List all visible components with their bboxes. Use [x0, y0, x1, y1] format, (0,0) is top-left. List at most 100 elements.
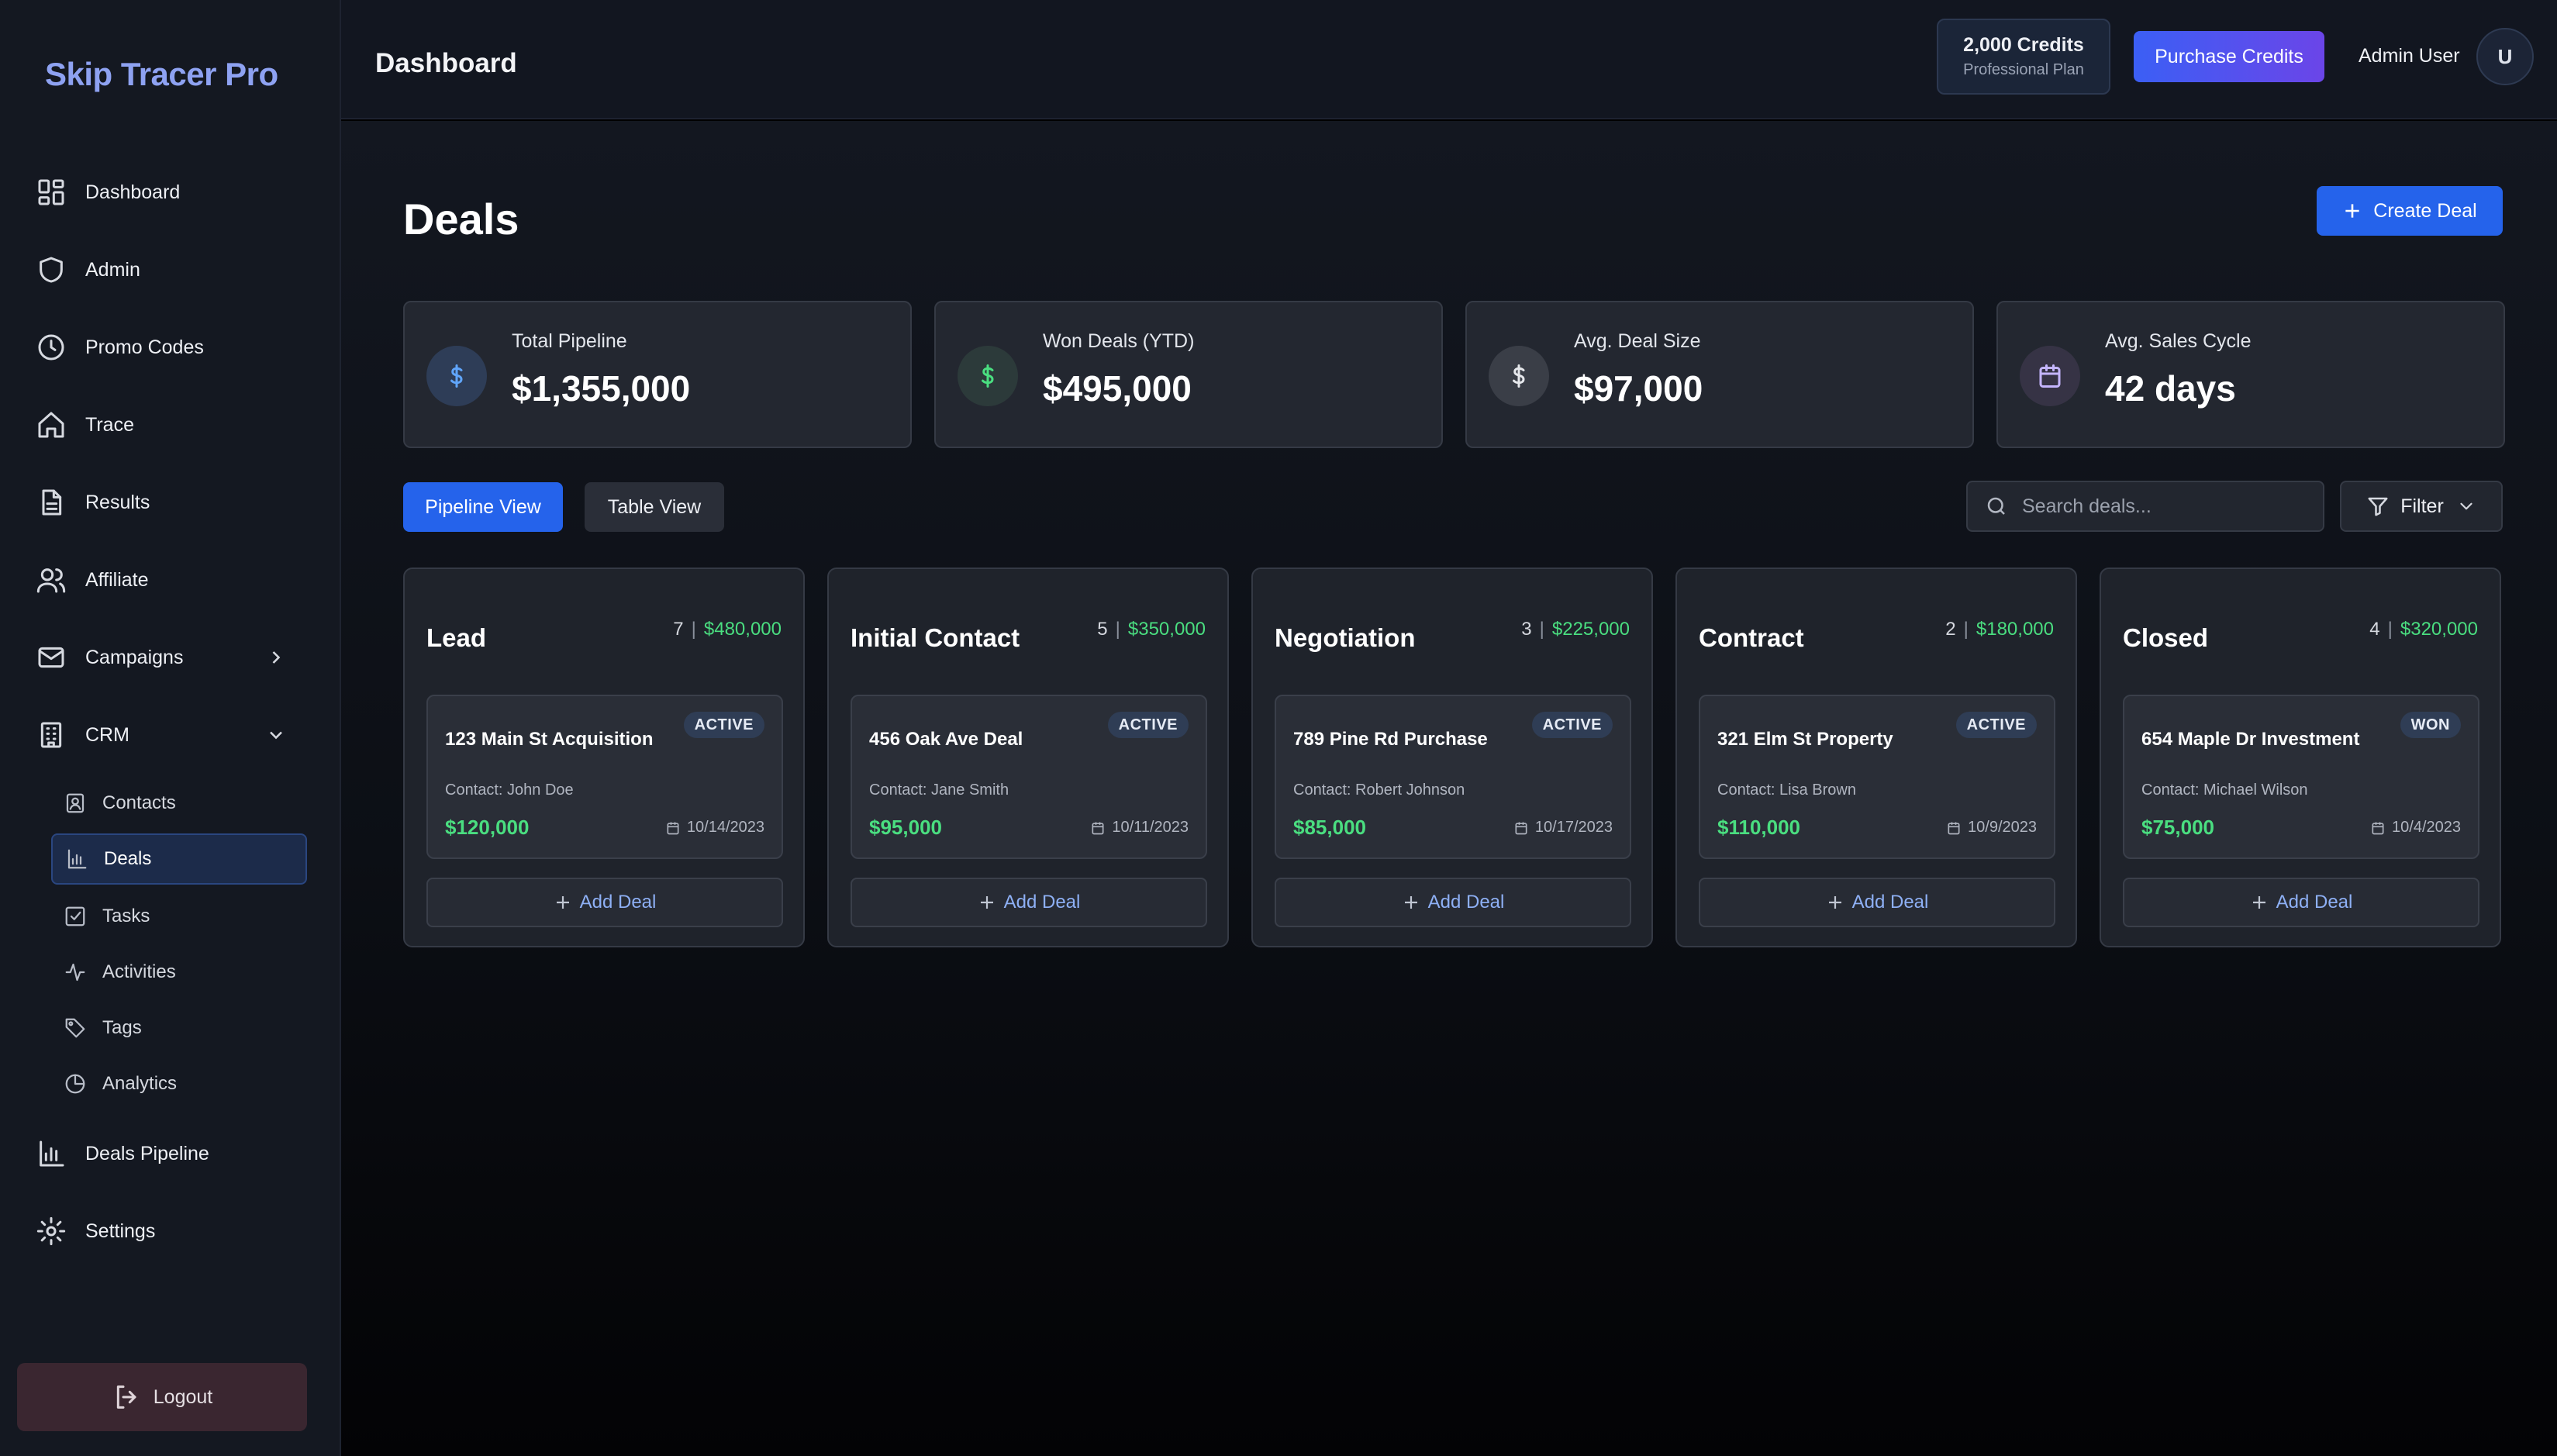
status-badge: ACTIVE	[1531, 712, 1613, 738]
stat-label: Won Deals (YTD)	[1043, 330, 1195, 352]
column-count: 5	[1097, 619, 1108, 640]
sidebar-subitem-deals[interactable]: Deals	[51, 833, 307, 885]
search-box	[1966, 481, 2324, 532]
create-deal-button[interactable]: Create Deal	[2317, 186, 2503, 236]
sidebar-item-dashboard[interactable]: Dashboard	[34, 169, 298, 216]
logout-label: Logout	[153, 1385, 213, 1408]
sidebar-item-crm[interactable]: CRM	[34, 712, 298, 758]
add-deal-label: Add Deal	[579, 892, 657, 913]
stat-value: 42 days	[2105, 368, 2236, 409]
deal-card[interactable]: 654 Maple Dr Investment WON Contact: Mic…	[2123, 695, 2479, 859]
sidebar-subitem-contacts[interactable]: Contacts	[51, 778, 307, 829]
sidebar-subitem-activities[interactable]: Activities	[51, 947, 307, 998]
status-badge: ACTIVE	[1955, 712, 2037, 738]
sidebar-item-label: Affiliate	[85, 568, 149, 591]
plus-icon	[2345, 204, 2359, 218]
credits-badge[interactable]: 2,000 Credits Professional Plan	[1937, 19, 2110, 95]
sidebar-subitem-tasks[interactable]: Tasks	[51, 891, 307, 942]
sidebar-item-campaigns[interactable]: Campaigns	[34, 634, 298, 681]
deal-date: 10/14/2023	[665, 819, 764, 837]
dollar-icon	[1489, 346, 1549, 406]
status-badge: WON	[2400, 712, 2461, 738]
filter-button[interactable]: Filter	[2340, 481, 2503, 532]
deal-value: $110,000	[1717, 816, 1801, 839]
add-deal-button[interactable]: Add Deal	[426, 878, 783, 927]
deal-name: 654 Maple Dr Investment	[2141, 729, 2360, 750]
sidebar-item-affiliate[interactable]: Affiliate	[34, 557, 298, 603]
filter-label: Filter	[2400, 495, 2444, 517]
deal-value: $120,000	[445, 816, 530, 839]
deal-contact: Contact: Michael Wilson	[2141, 781, 2308, 799]
logout-button[interactable]: Logout	[17, 1363, 307, 1431]
home-icon	[34, 408, 68, 442]
add-deal-button[interactable]: Add Deal	[1275, 878, 1631, 927]
deal-name: 123 Main St Acquisition	[445, 729, 654, 750]
sidebar-subitem-label: Tags	[102, 1017, 142, 1038]
deal-value: $85,000	[1293, 816, 1366, 839]
deal-contact: Contact: Lisa Brown	[1717, 781, 1856, 799]
purchase-credits-button[interactable]: Purchase Credits	[2134, 31, 2324, 82]
deal-card[interactable]: 789 Pine Rd Purchase ACTIVE Contact: Rob…	[1275, 695, 1631, 859]
sidebar-item-trace[interactable]: Trace	[34, 402, 298, 448]
add-deal-label: Add Deal	[2276, 892, 2353, 913]
column-amount: $320,000	[2400, 619, 2478, 640]
brand-logo[interactable]: Skip Tracer Pro	[45, 56, 278, 93]
stat-label: Avg. Deal Size	[1574, 330, 1701, 352]
add-deal-button[interactable]: Add Deal	[2123, 878, 2479, 927]
sidebar-item-label: Dashboard	[85, 181, 181, 203]
sidebar-item-results[interactable]: Results	[34, 479, 298, 526]
clock-icon	[34, 330, 68, 364]
sidebar-item-admin[interactable]: Admin	[34, 247, 298, 293]
add-deal-label: Add Deal	[1427, 892, 1505, 913]
bar-chart-icon	[34, 1137, 68, 1171]
add-deal-button[interactable]: Add Deal	[851, 878, 1207, 927]
users-icon	[34, 563, 68, 597]
deal-card[interactable]: 123 Main St Acquisition ACTIVE Contact: …	[426, 695, 783, 859]
add-deal-button[interactable]: Add Deal	[1699, 878, 2055, 927]
table-view-button[interactable]: Table View	[585, 482, 724, 532]
chevron-down-icon	[265, 724, 287, 751]
sidebar-item-label: CRM	[85, 723, 129, 746]
pipeline-column-initial-contact: Initial Contact 5 | $350,000 456 Oak Ave D…	[827, 568, 1229, 947]
deal-date: 10/11/2023	[1090, 819, 1189, 837]
stat-card-total-pipeline: Total Pipeline $1,355,000	[403, 301, 912, 448]
checkbox-icon	[64, 903, 90, 930]
stat-label: Avg. Sales Cycle	[2105, 330, 2252, 352]
deal-contact: Contact: John Doe	[445, 781, 574, 799]
deal-contact: Contact: Jane Smith	[869, 781, 1009, 799]
bar-chart-icon	[65, 846, 91, 872]
calendar-icon	[667, 822, 679, 834]
deal-date: 10/17/2023	[1513, 819, 1613, 837]
deal-card[interactable]: 321 Elm St Property ACTIVE Contact: Lisa…	[1699, 695, 2055, 859]
user-name: Admin User	[2359, 45, 2460, 67]
sidebar-item-settings[interactable]: Settings	[34, 1208, 298, 1254]
deal-name: 789 Pine Rd Purchase	[1293, 729, 1488, 750]
deal-value: $75,000	[2141, 816, 2214, 839]
stat-value: $495,000	[1043, 368, 1192, 409]
column-count: 4	[2369, 619, 2380, 640]
avatar[interactable]: U	[2476, 28, 2534, 85]
sidebar: Skip Tracer Pro Dashboard Admin Promo Co…	[0, 0, 341, 1456]
filter-icon	[2368, 497, 2388, 516]
deal-date-text: 10/14/2023	[686, 819, 764, 836]
sidebar-item-label: Results	[85, 491, 150, 513]
pipeline-view-button[interactable]: Pipeline View	[403, 482, 563, 532]
search-icon	[1987, 497, 2005, 515]
sidebar-item-promo-codes[interactable]: Promo Codes	[34, 324, 298, 371]
search-input[interactable]	[2022, 495, 2317, 518]
column-title: Closed	[2123, 623, 2209, 652]
contact-card-icon	[64, 790, 90, 816]
column-summary: 3 | $225,000	[1521, 619, 1630, 640]
deal-date: 10/4/2023	[2370, 819, 2461, 837]
sidebar-subitem-label: Activities	[102, 961, 176, 982]
deal-date: 10/9/2023	[1946, 819, 2037, 837]
sidebar-subitem-analytics[interactable]: Analytics	[51, 1058, 307, 1109]
deal-card[interactable]: 456 Oak Ave Deal ACTIVE Contact: Jane Sm…	[851, 695, 1207, 859]
deal-contact: Contact: Robert Johnson	[1293, 781, 1465, 799]
calendar-icon	[2020, 346, 2080, 406]
sidebar-item-label: Deals Pipeline	[85, 1142, 209, 1164]
sidebar-item-label: Settings	[85, 1220, 156, 1242]
sidebar-subitem-tags[interactable]: Tags	[51, 1002, 307, 1054]
sidebar-item-deals-pipeline[interactable]: Deals Pipeline	[34, 1130, 298, 1177]
sidebar-subitem-label: Analytics	[102, 1073, 178, 1094]
